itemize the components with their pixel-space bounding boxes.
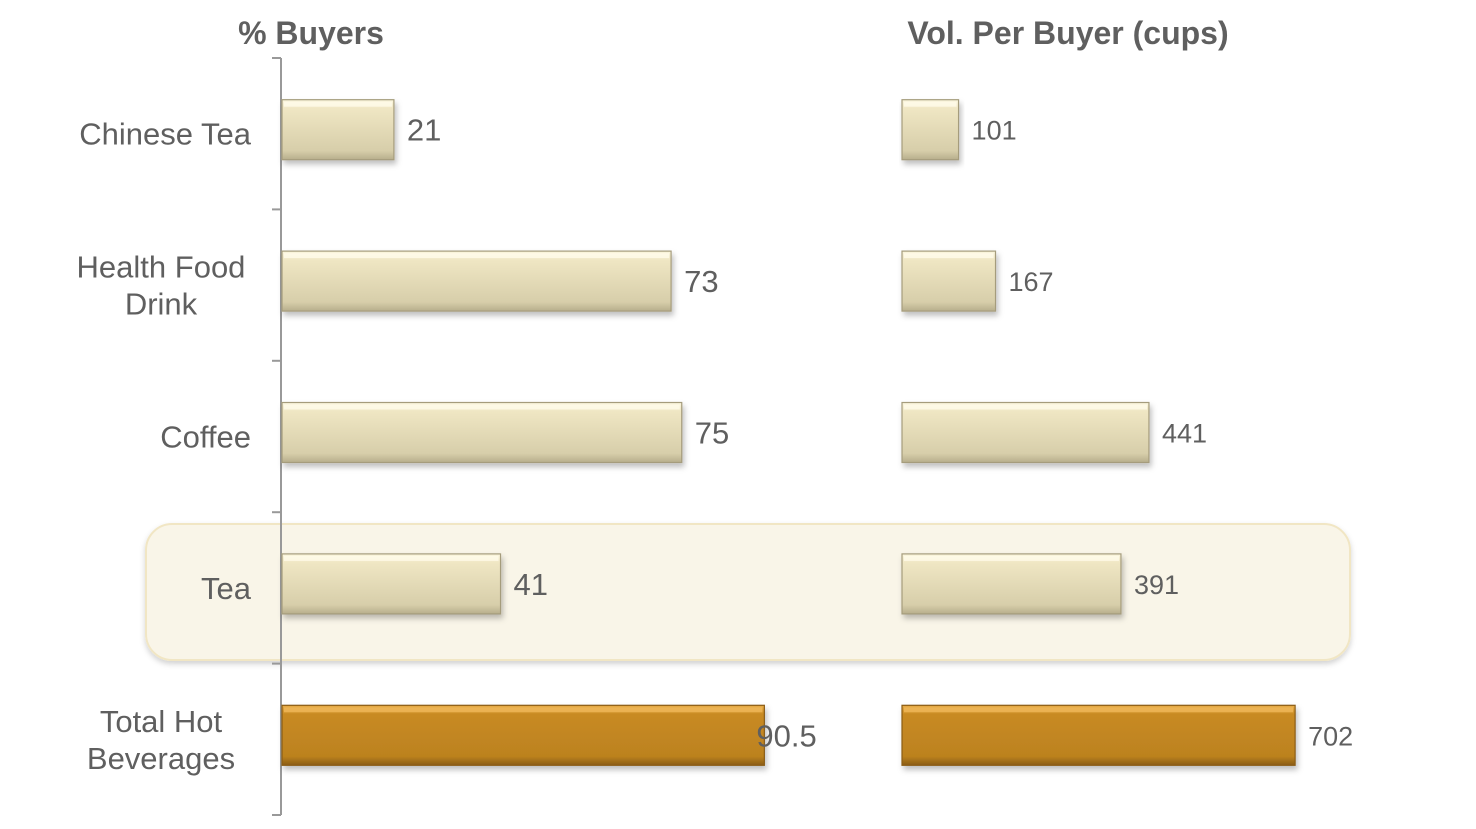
category-label-chinese-tea: Chinese Tea xyxy=(79,117,252,152)
data-label-volume-total-hot-beverages: 702 xyxy=(1308,721,1353,751)
data-label-volume-tea: 391 xyxy=(1134,570,1179,600)
panel-title-volume: Vol. Per Buyer (cups) xyxy=(907,15,1228,51)
category-label-health-food-drink: Health Food Drink xyxy=(77,250,246,322)
bar-bevel xyxy=(284,101,392,107)
category-label-total-hot-beverages: Total Hot Beverages xyxy=(87,704,235,776)
bar-buyers-tea xyxy=(281,553,502,615)
bar-buyers-total-hot-beverages xyxy=(281,704,765,766)
bar-bevel xyxy=(284,707,763,713)
bar-bevel xyxy=(904,404,1147,410)
bar-volume-health-food-drink xyxy=(901,250,997,312)
chart: % Buyers Vol. Per Buyer (cups) Chinese T… xyxy=(77,15,1353,816)
bar-buyers-health-food-drink xyxy=(281,250,672,312)
bar-bevel xyxy=(284,404,680,410)
data-label-volume-coffee: 441 xyxy=(1162,419,1207,449)
bar-bevel xyxy=(904,555,1119,561)
category-label-coffee: Coffee xyxy=(160,420,251,455)
category-labels: Chinese Tea Health Food Drink Coffee Tea Tota… xyxy=(77,117,252,776)
bar-volume-chinese-tea xyxy=(901,99,960,161)
bar-buyers-coffee xyxy=(281,401,683,464)
data-label-volume-chinese-tea: 101 xyxy=(972,116,1017,146)
bar-bevel xyxy=(284,555,499,561)
bars-buyers: 21 73 75 41 90.5 xyxy=(281,99,817,766)
bar-volume-coffee xyxy=(901,401,1150,464)
data-label-buyers-health-food-drink: 73 xyxy=(684,264,718,299)
bar-bevel xyxy=(904,707,1294,713)
category-label-tea: Tea xyxy=(201,571,252,606)
data-label-buyers-total-hot-beverages: 90.5 xyxy=(756,718,816,753)
data-label-buyers-coffee: 75 xyxy=(695,416,729,451)
bar-volume-total-hot-beverages xyxy=(901,704,1296,766)
bar-volume-tea xyxy=(901,553,1122,615)
data-label-buyers-chinese-tea: 21 xyxy=(407,113,441,148)
bar-bevel xyxy=(904,101,957,107)
bar-bevel xyxy=(284,253,670,259)
panel-title-buyers: % Buyers xyxy=(238,15,384,51)
category-axis xyxy=(272,57,282,816)
bar-bevel xyxy=(904,253,994,259)
bars-volume: 101 167 441 391 702 xyxy=(901,99,1353,766)
data-label-volume-health-food-drink: 167 xyxy=(1009,267,1054,297)
bar-buyers-chinese-tea xyxy=(281,99,395,161)
data-label-buyers-tea: 41 xyxy=(514,567,548,602)
